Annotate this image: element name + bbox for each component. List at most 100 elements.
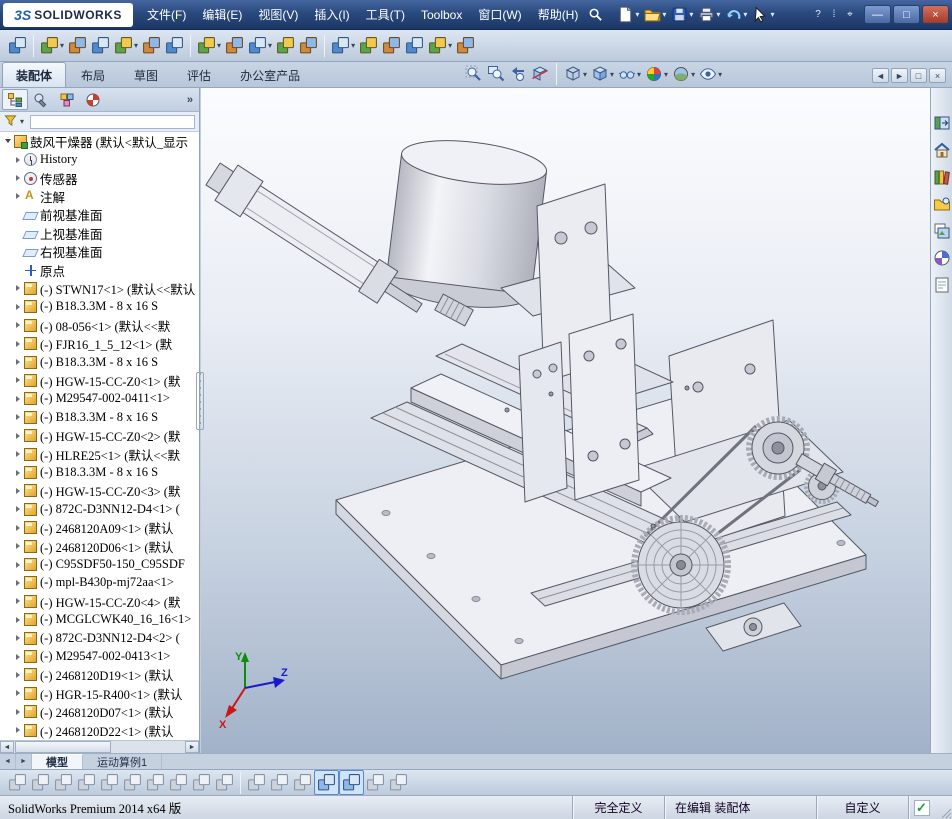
mate-icon[interactable] xyxy=(66,34,89,57)
command-tab[interactable]: 布局 xyxy=(67,62,119,87)
task-pane-toggle-icon[interactable] xyxy=(933,114,951,132)
grid-snap-icon[interactable] xyxy=(291,771,314,794)
expander-icon[interactable] xyxy=(13,672,23,678)
section-tool-icon[interactable] xyxy=(364,771,387,794)
expander-icon[interactable] xyxy=(13,341,23,347)
expander-icon[interactable] xyxy=(13,580,23,586)
trim-entities-icon[interactable] xyxy=(167,771,190,794)
bom-table-icon[interactable] xyxy=(387,771,410,794)
display-style-icon[interactable]: ▾ xyxy=(590,64,615,84)
new-document-button[interactable]: ▾ xyxy=(615,5,641,24)
tree-item[interactable]: (-) HGW-15-CC-Z0<3> (默 xyxy=(0,482,199,500)
command-tab[interactable]: 装配体 xyxy=(2,62,67,87)
tree-item[interactable]: (-) MCGLCWK40_16_16<1> xyxy=(0,611,199,629)
select-button[interactable]: ▾ xyxy=(750,5,776,24)
tab-feature-manager-tree[interactable] xyxy=(2,89,28,110)
show-hidden-components-icon[interactable]: ▾ xyxy=(195,34,223,57)
tree-item[interactable]: (-) M29547-002-0411<1> xyxy=(0,390,199,408)
new-motion-study-icon[interactable] xyxy=(274,34,297,57)
expander-icon[interactable] xyxy=(13,157,23,163)
line-tool-icon[interactable] xyxy=(52,771,75,794)
measure-icon[interactable] xyxy=(403,34,426,57)
expander-icon[interactable] xyxy=(13,377,23,383)
tree-item[interactable]: (-) B18.3.3M - 8 x 16 S xyxy=(0,408,199,426)
rotate-component-icon[interactable] xyxy=(163,34,186,57)
dropdown-caret[interactable]: ▾ xyxy=(217,41,221,50)
tree-item[interactable]: (-) HGW-15-CC-Z0<4> (默 xyxy=(0,592,199,610)
dropdown-caret[interactable]: ▾ xyxy=(689,10,693,19)
dropdown-caret[interactable]: ▾ xyxy=(770,10,774,19)
model-3d-assembly[interactable] xyxy=(201,88,930,753)
help-icon[interactable]: ? xyxy=(810,9,826,20)
scroll-left-icon[interactable]: ◄ xyxy=(0,741,14,753)
insert-component-icon[interactable]: ▾ xyxy=(38,34,66,57)
previous-view-icon[interactable] xyxy=(508,64,528,84)
tree-item[interactable]: (-) 08-056<1> (默认<<默 xyxy=(0,316,199,334)
dropdown-caret[interactable]: ▾ xyxy=(716,10,720,19)
edit-appearance-icon[interactable]: ▾ xyxy=(644,64,669,84)
convert-entities-icon[interactable] xyxy=(190,771,213,794)
design-library-icon[interactable] xyxy=(933,168,951,186)
dropdown-caret[interactable]: ▾ xyxy=(60,41,64,50)
expander-icon[interactable] xyxy=(13,451,23,457)
expander-icon[interactable] xyxy=(13,654,23,660)
view-palette-icon[interactable] xyxy=(933,222,951,240)
mirror-entities-icon[interactable] xyxy=(245,771,268,794)
filter-input[interactable] xyxy=(30,114,195,129)
dropdown-caret[interactable]: ▾ xyxy=(718,70,722,79)
resize-grip[interactable] xyxy=(934,796,952,819)
expander-icon[interactable] xyxy=(13,709,23,715)
dropdown-caret[interactable]: ▾ xyxy=(351,41,355,50)
tree-item[interactable]: History xyxy=(0,150,199,168)
undo-button[interactable]: ▾ xyxy=(723,5,749,24)
command-tab[interactable]: 评估 xyxy=(173,62,225,87)
dropdown-caret[interactable]: ▾ xyxy=(448,41,452,50)
doc-restore-button[interactable]: □ xyxy=(910,68,928,83)
panel-splitter[interactable] xyxy=(196,372,204,430)
doc-next-button[interactable]: ► xyxy=(891,68,909,83)
expander-icon[interactable] xyxy=(13,543,23,549)
menu-item[interactable]: 插入(I) xyxy=(306,0,357,30)
view-settings-icon[interactable]: ▾ xyxy=(698,64,723,84)
assembly-features-icon[interactable] xyxy=(223,34,246,57)
reference-geometry-icon[interactable]: ▾ xyxy=(246,34,274,57)
command-tab[interactable]: 草图 xyxy=(120,62,172,87)
command-tab[interactable]: 办公室产品 xyxy=(226,62,314,87)
expander-icon[interactable] xyxy=(13,322,23,328)
tree-root-assembly[interactable]: 鼓风干燥器 (默认<默认_显示 xyxy=(0,132,199,150)
edit-component-icon[interactable] xyxy=(6,34,29,57)
bill-of-materials-icon[interactable] xyxy=(297,34,320,57)
print-button[interactable]: ▾ xyxy=(696,5,722,24)
dropdown-caret[interactable]: ▾ xyxy=(662,10,666,19)
apply-scene-icon[interactable]: ▾ xyxy=(671,64,696,84)
tree-item[interactable]: (-) 2468120D19<1> (默认 xyxy=(0,666,199,684)
tree-item[interactable]: (-) STWN17<1> (默认<<默认 xyxy=(0,279,199,297)
tree-item[interactable]: 原点 xyxy=(0,261,199,279)
move-component-icon[interactable] xyxy=(140,34,163,57)
expander-icon[interactable] xyxy=(13,617,23,623)
menu-item[interactable]: 工具(T) xyxy=(358,0,413,30)
expander-icon[interactable] xyxy=(13,506,23,512)
tree-item[interactable]: 传感器 xyxy=(0,169,199,187)
component-pattern-icon[interactable] xyxy=(89,34,112,57)
tree-item[interactable]: (-) B18.3.3M - 8 x 16 S xyxy=(0,298,199,316)
tree-item[interactable]: (-) 872C-D3NN12-D4<2> ( xyxy=(0,629,199,647)
graphics-viewport[interactable]: Y Z X xyxy=(201,88,930,753)
tab-scroll-left-icon[interactable]: ◄ xyxy=(0,754,16,769)
doc-close-button[interactable]: × xyxy=(929,68,947,83)
section-view-icon[interactable] xyxy=(530,64,550,84)
menu-item[interactable]: 窗口(W) xyxy=(470,0,529,30)
tree-item[interactable]: (-) HGW-15-CC-Z0<2> (默 xyxy=(0,427,199,445)
file-explorer-icon[interactable] xyxy=(933,195,951,213)
view-orientation-cube-icon[interactable] xyxy=(339,770,364,795)
doc-prev-button[interactable]: ◄ xyxy=(872,68,890,83)
zoom-area-icon[interactable] xyxy=(486,64,506,84)
scrollbar-thumb[interactable] xyxy=(15,741,111,753)
tab-scroll-right-icon[interactable]: ► xyxy=(16,754,32,769)
dropdown-caret[interactable]: ▾ xyxy=(637,70,641,79)
expander-icon[interactable] xyxy=(13,488,23,494)
arc-tool-icon[interactable] xyxy=(98,771,121,794)
dropdown-caret[interactable]: ▾ xyxy=(268,41,272,50)
expander-icon[interactable] xyxy=(13,304,23,310)
spline-tool-icon[interactable] xyxy=(144,771,167,794)
